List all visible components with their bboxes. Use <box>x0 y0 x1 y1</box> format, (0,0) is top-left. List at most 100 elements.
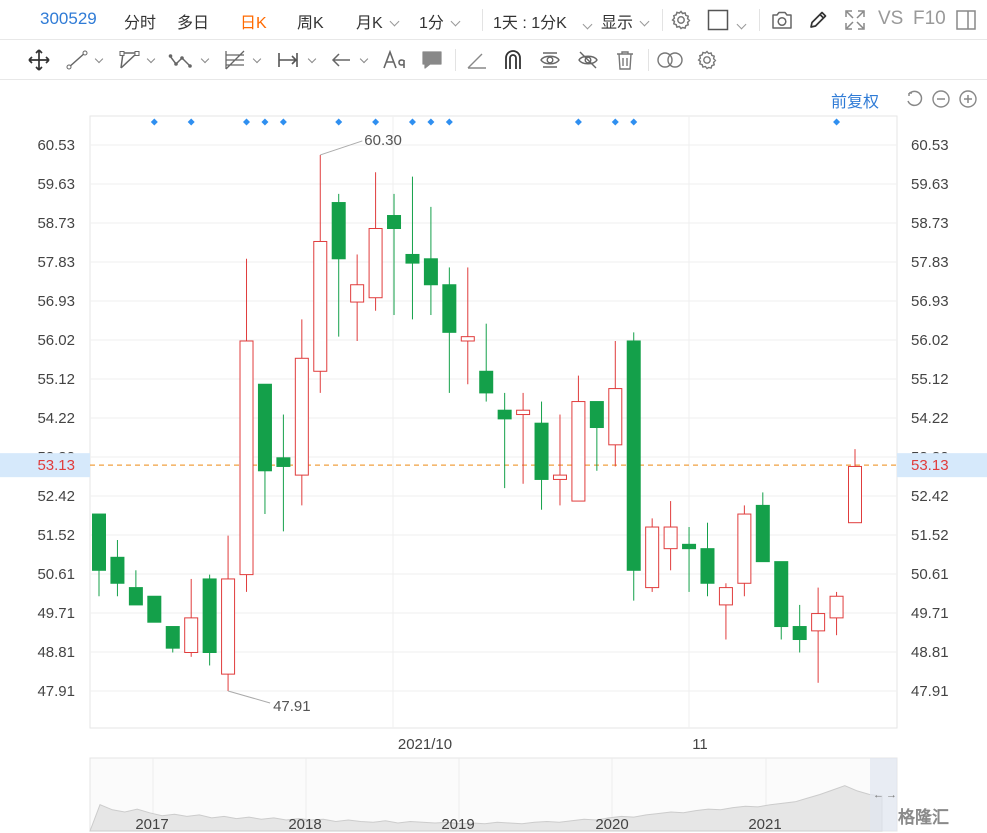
candle[interactable] <box>682 527 697 592</box>
event-marker-icon[interactable] <box>335 118 343 126</box>
x-tick-label: 2021/10 <box>398 736 452 753</box>
candle[interactable] <box>110 540 125 597</box>
candle[interactable] <box>294 319 309 506</box>
candle[interactable] <box>848 449 862 524</box>
candle[interactable] <box>184 578 199 657</box>
navigator-year-label: 2018 <box>288 816 321 833</box>
y-tick-label: 52.42 <box>37 488 75 505</box>
event-marker-icon[interactable] <box>833 118 841 126</box>
candle-body <box>331 202 346 260</box>
y-tick-label: 56.93 <box>911 293 949 310</box>
candle-body <box>460 336 475 342</box>
candle[interactable] <box>718 583 733 640</box>
candle[interactable] <box>792 604 807 653</box>
candle-body <box>128 587 143 606</box>
y-axis-left: 60.53 59.63 58.73 57.83 56.93 56.02 55.12 54.22… <box>37 137 75 700</box>
candle[interactable] <box>202 574 217 666</box>
candle-body <box>257 383 272 472</box>
candle[interactable] <box>331 193 346 337</box>
event-marker-icon[interactable] <box>445 118 453 126</box>
candle[interactable] <box>497 392 512 489</box>
candle-body <box>626 340 641 571</box>
candle[interactable] <box>442 267 457 393</box>
candle-body <box>718 587 733 606</box>
event-marker-icon[interactable] <box>372 118 380 126</box>
candle[interactable] <box>571 375 586 502</box>
candle[interactable] <box>755 492 770 563</box>
y-tick-label: 58.73 <box>911 215 949 232</box>
candle[interactable] <box>774 561 789 640</box>
y-tick-label: 60.53 <box>37 137 75 154</box>
candle[interactable] <box>387 193 402 316</box>
y-tick-label: 50.61 <box>37 566 75 583</box>
candle[interactable] <box>147 595 162 623</box>
candle[interactable] <box>552 414 567 506</box>
event-marker-icon[interactable] <box>279 118 287 126</box>
high-leader-line <box>320 140 363 156</box>
candle[interactable] <box>829 591 844 636</box>
navigator-year-label: 2020 <box>595 816 628 833</box>
event-marker-icon[interactable] <box>427 118 435 126</box>
y-tick-label: 51.52 <box>37 527 75 544</box>
event-markers[interactable] <box>150 118 841 126</box>
candle-body <box>202 578 217 653</box>
event-marker-icon[interactable] <box>261 118 269 126</box>
candle-body <box>829 595 844 619</box>
candle[interactable] <box>737 505 752 597</box>
candle[interactable] <box>313 154 328 393</box>
candle[interactable] <box>239 258 254 592</box>
candle[interactable] <box>645 518 660 592</box>
candle[interactable] <box>811 587 826 683</box>
y-tick-label: 48.81 <box>911 644 949 661</box>
event-marker-icon[interactable] <box>150 118 158 126</box>
candle-body <box>313 240 328 372</box>
event-marker-icon[interactable] <box>574 118 582 126</box>
candle[interactable] <box>460 267 475 385</box>
event-marker-icon[interactable] <box>243 118 251 126</box>
candle[interactable] <box>165 626 180 653</box>
navigator-year-label: 2021 <box>748 816 781 833</box>
y-tick-label: 55.12 <box>37 371 75 388</box>
candle-body <box>442 284 457 333</box>
candle[interactable] <box>405 176 420 320</box>
candle[interactable] <box>626 332 641 601</box>
y-tick-label: 56.02 <box>911 332 949 349</box>
candle-body <box>792 626 807 641</box>
candle[interactable] <box>589 401 604 471</box>
candle-body <box>387 215 402 230</box>
candle[interactable] <box>608 340 623 467</box>
candle-body <box>534 422 549 480</box>
navigator-arrow-left-icon[interactable]: ← <box>873 789 884 801</box>
candle[interactable] <box>276 414 291 532</box>
candle[interactable] <box>350 254 365 341</box>
y-axis-right: 60.53 59.63 58.73 57.83 56.93 56.02 55.12 54.22… <box>911 137 949 700</box>
event-marker-icon[interactable] <box>408 118 416 126</box>
candle-body <box>497 409 512 420</box>
candlestick-chart[interactable]: 60.53 59.63 58.73 57.83 56.93 56.02 55.12 54.22… <box>0 0 987 833</box>
event-marker-icon[interactable] <box>611 118 619 126</box>
candle[interactable] <box>257 383 272 515</box>
candle-body <box>571 401 586 502</box>
y-tick-label: 59.63 <box>911 176 949 193</box>
candle[interactable] <box>663 501 678 571</box>
low-price-label: 47.91 <box>273 698 311 715</box>
candle[interactable] <box>700 522 715 597</box>
navigator-arrow-right-icon[interactable]: → <box>886 789 897 801</box>
candle[interactable] <box>516 392 531 484</box>
candle[interactable] <box>221 535 236 691</box>
y-tick-label: 49.71 <box>911 605 949 622</box>
candle[interactable] <box>92 513 106 597</box>
navigator[interactable]: ← → 2017 2018 2019 2020 2021 <box>89 757 898 833</box>
event-marker-icon[interactable] <box>187 118 195 126</box>
candles[interactable] <box>92 154 862 691</box>
candle[interactable] <box>128 570 143 606</box>
event-marker-icon[interactable] <box>630 118 638 126</box>
candle[interactable] <box>368 172 383 311</box>
candle-body <box>294 357 309 476</box>
y-tick-label: 47.91 <box>911 683 949 700</box>
candle-body <box>147 595 162 623</box>
y-tick-label: 57.83 <box>37 254 75 271</box>
y-tick-label: 47.91 <box>37 683 75 700</box>
candle[interactable] <box>479 323 494 402</box>
candle-body <box>552 474 567 480</box>
